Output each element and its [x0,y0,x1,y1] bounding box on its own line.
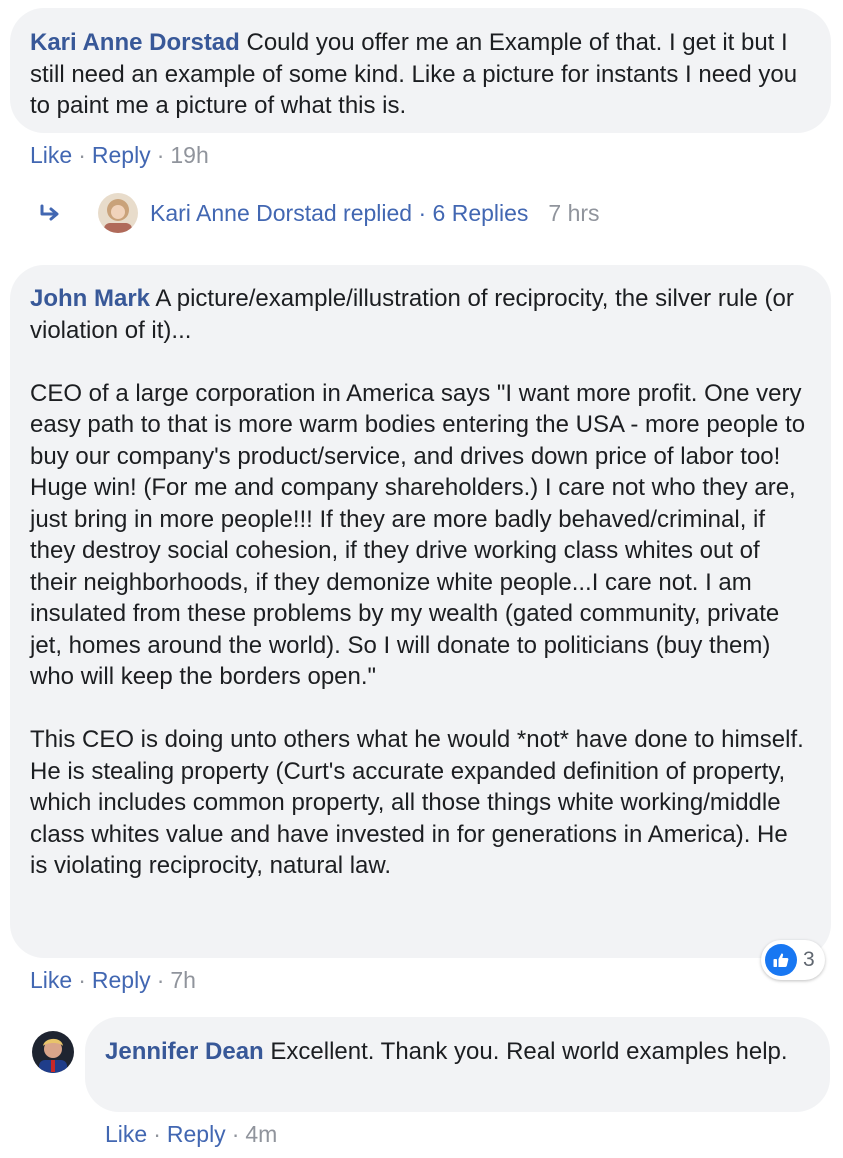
replies-timestamp: 7 hrs [548,199,600,226]
like-button[interactable]: Like [30,142,72,168]
separator-dot: · [231,1121,240,1147]
separator-dot: · [153,1121,161,1147]
comment-actions: Like · Reply · 4m [105,1120,277,1148]
comment-actions: Like · Reply · 19h [30,141,209,169]
separator-dot: · [78,967,86,993]
separator-dot: · [78,142,86,168]
comment-timestamp[interactable]: 7h [170,967,196,993]
comment-bubble-john: John Mark A picture/example/illustration… [10,265,831,958]
separator-dot: · [156,967,165,993]
reply-button[interactable]: Reply [92,142,151,168]
reply-arrow-icon [40,201,70,225]
comment-text: John Mark A picture/example/illustration… [30,283,811,346]
comment-text: Jennifer Dean Excellent. Thank you. Real… [105,1036,810,1068]
reply-button[interactable]: Reply [92,967,151,993]
avatar[interactable] [32,1031,74,1073]
comment-author[interactable]: John Mark [30,285,150,312]
comment-timestamp[interactable]: 19h [170,142,208,168]
reply-bubble-jennifer: Jennifer Dean Excellent. Thank you. Real… [85,1017,830,1112]
avatar[interactable] [98,193,138,233]
comment-text: Kari Anne Dorstad Could you offer me an … [30,27,811,122]
view-replies-link[interactable]: Kari Anne Dorstad replied · 6 Replies [150,200,528,227]
like-button[interactable]: Like [105,1121,147,1147]
comment-paragraph: CEO of a large corporation in America sa… [30,379,812,691]
like-button[interactable]: Like [30,967,72,993]
reaction-count: 3 [803,948,815,971]
replies-summary-row[interactable]: Kari Anne Dorstad replied · 6 Replies 7 … [40,192,600,234]
reaction-summary[interactable]: 3 [761,940,825,980]
comment-bubble-kari: Kari Anne Dorstad Could you offer me an … [10,8,831,133]
reply-button[interactable]: Reply [167,1121,226,1147]
comment-body: Excellent. Thank you. Real world example… [270,1038,788,1065]
comment-author[interactable]: Kari Anne Dorstad [30,29,240,56]
comment-timestamp[interactable]: 4m [245,1121,277,1147]
comment-paragraph: This CEO is doing unto others what he wo… [30,726,811,879]
separator-dot: · [156,142,165,168]
thumbs-up-icon [765,944,797,976]
comment-actions: Like · Reply · 7h [30,966,196,994]
comment-author[interactable]: Jennifer Dean [105,1038,264,1065]
